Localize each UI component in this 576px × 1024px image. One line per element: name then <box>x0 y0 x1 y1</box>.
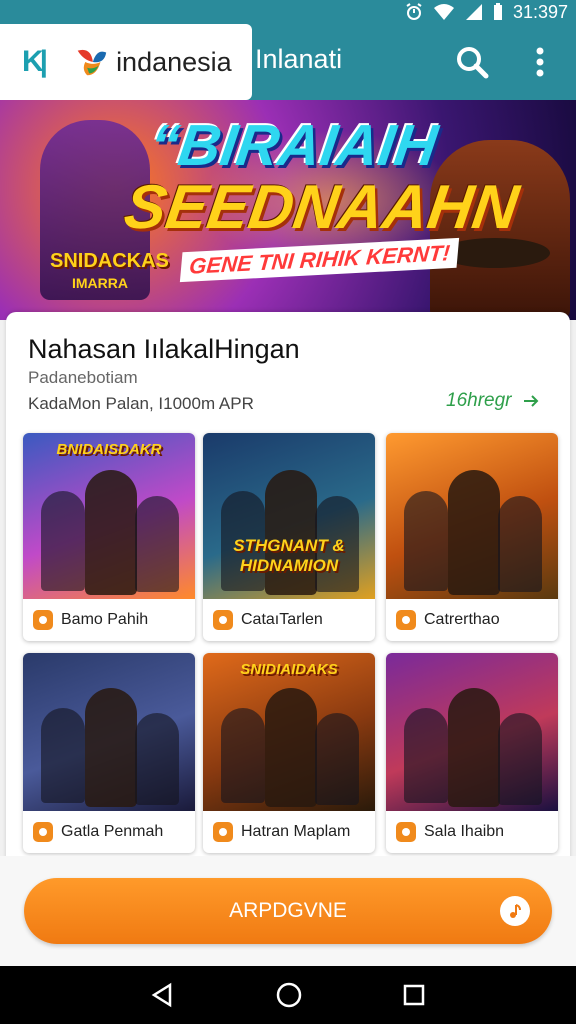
banner-headline-line1: “BIRAIAIH <box>145 113 442 178</box>
back-icon[interactable] <box>150 982 176 1008</box>
section-details: KadaMon Palan, I1000m APR <box>28 394 254 413</box>
brand-logo[interactable]: K| indanesia <box>0 24 252 100</box>
thumbnail-character <box>265 688 317 807</box>
game-title: Gatla Penmah <box>61 823 164 840</box>
app-bar: K| indanesia Inlanati <box>0 24 576 100</box>
game-tile-footer: Sala Ihaibn <box>386 811 558 853</box>
banner-headline-line2: SEEDNAAHN <box>120 173 523 242</box>
game-tile-footer: Catrerthao <box>386 599 558 641</box>
thumbnail-character <box>448 688 500 807</box>
status-time: 31:397 <box>512 1 568 22</box>
battery-icon <box>493 3 502 20</box>
promo-banner[interactable]: “BIRAIAIH SEEDNAAHN GENE TNI RIHIK KERNT… <box>0 100 576 320</box>
game-thumbnail <box>23 653 195 811</box>
banner-game-logo-sub: IMARRA <box>72 275 128 291</box>
game-thumbnail <box>386 653 558 811</box>
game-tile-footer: Hatran Maplam <box>203 811 375 853</box>
game-tile-footer: Gatla Penmah <box>23 811 195 853</box>
more-vertical-icon <box>536 47 544 77</box>
bird-logo-icon <box>77 49 107 76</box>
thumbnail-character <box>404 708 448 803</box>
thumbnail-character <box>85 688 137 807</box>
app-title: Inlanati <box>255 44 343 74</box>
banner-game-logo: SNIDACKAS <box>50 250 169 272</box>
thumbnail-character <box>498 713 542 805</box>
game-badge-icon <box>213 610 233 630</box>
game-tile[interactable]: BNIDAISDAKR Bamo Pahih <box>23 433 195 641</box>
game-title: Bamo Pahih <box>61 611 149 628</box>
game-tile-footer: Bamo Pahih <box>23 599 195 641</box>
game-title: Sala Ihaibn <box>424 823 505 840</box>
search-button[interactable] <box>452 42 492 82</box>
game-title: Hatran Maplam <box>241 823 351 840</box>
brand-name: indanesia <box>116 46 232 77</box>
game-badge-icon <box>33 610 53 630</box>
section-title: Nahasan IılakalHingan <box>28 334 300 364</box>
thumbnail-character <box>498 496 542 592</box>
thumbnail-character <box>448 470 500 595</box>
logo-mark-icon: K| <box>22 45 48 78</box>
system-nav-bar <box>0 966 576 1024</box>
arrow-right-icon <box>523 395 538 407</box>
game-thumbnail: SNIDIAIDAKS <box>203 653 375 811</box>
game-badge-icon <box>396 822 416 842</box>
thumbnail-character <box>135 713 179 805</box>
overflow-menu-button[interactable] <box>526 42 554 82</box>
thumbnail-character <box>221 708 265 803</box>
section-subtitle: Padanebotiam <box>28 368 138 387</box>
wifi-icon <box>433 4 454 20</box>
see-more-label: 16hregr <box>446 390 512 411</box>
game-tile[interactable]: Gatla Penmah <box>23 653 195 853</box>
game-tile-footer: CataıTarlen <box>203 599 375 641</box>
game-tile[interactable]: Sala Ihaibn <box>386 653 558 853</box>
thumbnail-title-text: BNIDAISDAKR <box>56 441 162 458</box>
game-thumbnail: BNIDAISDAKR <box>23 433 195 599</box>
signal-icon <box>465 4 482 20</box>
thumbnail-character <box>315 713 359 805</box>
thumbnail-character <box>265 470 317 595</box>
search-icon <box>457 47 489 79</box>
game-tile[interactable]: Catrerthao <box>386 433 558 641</box>
see-more-link[interactable]: 16hregr <box>446 390 540 412</box>
game-title: Catrerthao <box>424 611 500 628</box>
game-badge-icon <box>396 610 416 630</box>
game-tile[interactable]: SNIDIAIDAKS Hatran Maplam <box>203 653 375 853</box>
thumbnail-character <box>41 708 85 803</box>
home-icon[interactable] <box>275 981 303 1009</box>
action-area: ARPDGVNE <box>0 856 576 966</box>
game-badge-icon <box>213 822 233 842</box>
status-bar: 31:397 <box>0 0 576 24</box>
thumbnail-character <box>135 496 179 592</box>
thumbnail-character <box>85 470 137 595</box>
music-note-icon <box>500 896 530 926</box>
alarm-icon <box>406 3 422 20</box>
primary-cta-button[interactable]: ARPDGVNE <box>24 878 552 944</box>
cta-label: ARPDGVNE <box>229 899 347 922</box>
game-thumbnail <box>386 433 558 599</box>
game-tile[interactable]: STHGNANT & HIDNAMION CataıTarlen <box>203 433 375 641</box>
thumbnail-character <box>41 491 85 591</box>
thumbnail-title-text: SNIDIAIDAKS <box>240 661 338 678</box>
game-title: CataıTarlen <box>241 611 323 628</box>
recents-icon[interactable] <box>402 983 426 1007</box>
thumbnail-character <box>404 491 448 591</box>
game-badge-icon <box>33 822 53 842</box>
thumbnail-title-text: STHGNANT & HIDNAMION <box>233 536 345 575</box>
game-thumbnail: STHGNANT & HIDNAMION <box>203 433 375 599</box>
